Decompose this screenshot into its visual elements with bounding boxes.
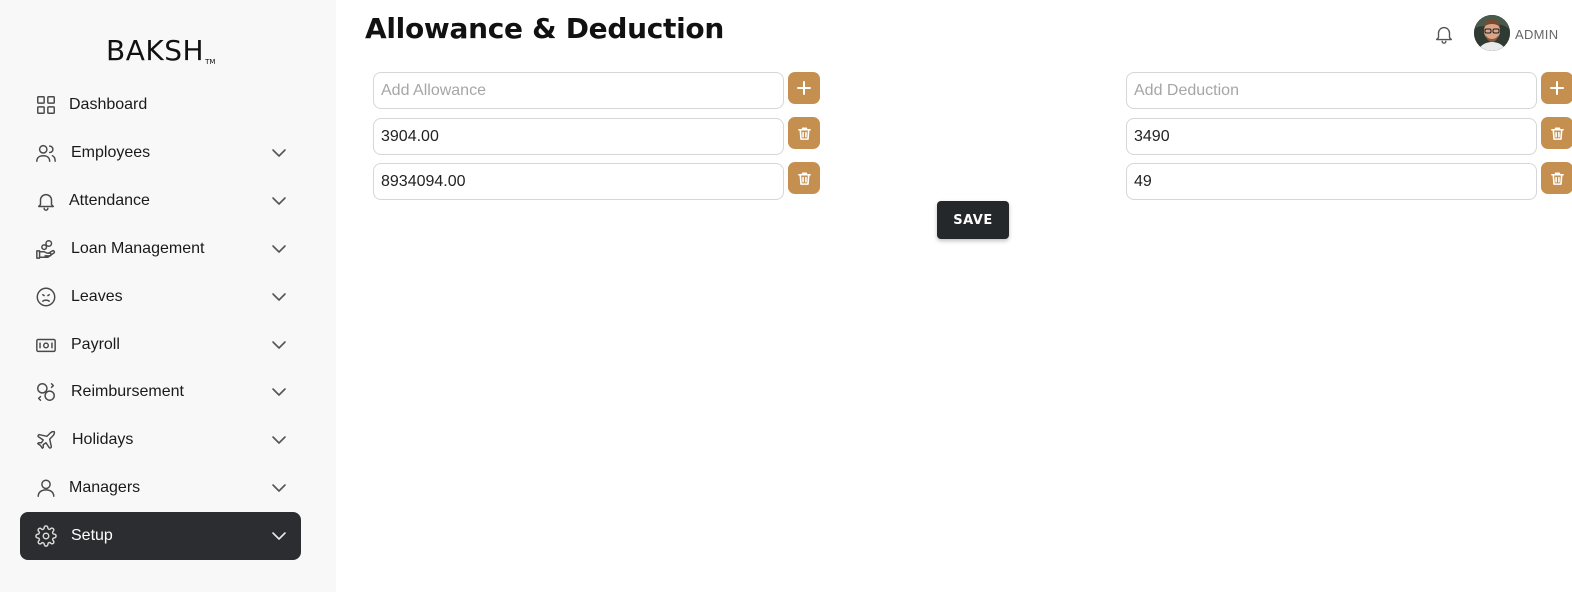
hand-coins-icon bbox=[34, 237, 58, 261]
sidebar-item-dashboard[interactable]: Dashboard bbox=[20, 81, 301, 129]
chevron-down-icon bbox=[271, 290, 287, 304]
plus-icon bbox=[1550, 81, 1564, 95]
sidebar-item-label: Leaves bbox=[71, 288, 123, 305]
sidebar-item-holidays[interactable]: Holidays bbox=[20, 416, 301, 464]
add-allowance-button[interactable] bbox=[788, 72, 820, 104]
trash-icon bbox=[797, 127, 811, 140]
add-deduction-button[interactable] bbox=[1541, 72, 1572, 104]
users-icon bbox=[34, 141, 58, 165]
sidebar-item-label: Reimbursement bbox=[71, 383, 184, 400]
brand-logo[interactable]: BAKSHTM bbox=[106, 34, 215, 67]
deduction-field[interactable] bbox=[1126, 118, 1537, 155]
plus-icon bbox=[797, 81, 811, 95]
add-allowance-input[interactable] bbox=[373, 72, 784, 109]
allowance-field[interactable] bbox=[373, 163, 784, 200]
sidebar: BAKSHTM Dashboard Employees Attendance L… bbox=[0, 0, 336, 592]
save-button[interactable]: SAVE bbox=[937, 201, 1009, 239]
exchange-icon bbox=[34, 380, 58, 404]
user-icon bbox=[34, 476, 58, 500]
sidebar-item-label: Holidays bbox=[72, 431, 134, 448]
chevron-down-icon bbox=[271, 242, 287, 256]
chevron-down-icon bbox=[271, 146, 287, 160]
sidebar-item-label: Setup bbox=[71, 527, 113, 544]
gear-icon bbox=[34, 524, 58, 548]
sad-face-icon bbox=[34, 285, 58, 309]
add-deduction-input[interactable] bbox=[1126, 72, 1537, 109]
chevron-down-icon bbox=[271, 338, 287, 352]
sidebar-item-reimbursement[interactable]: Reimbursement bbox=[20, 368, 301, 416]
sidebar-item-label: Employees bbox=[71, 144, 151, 161]
sidebar-item-label: Dashboard bbox=[69, 96, 148, 113]
sidebar-item-label: Payroll bbox=[71, 336, 120, 353]
sidebar-item-label: Attendance bbox=[69, 192, 150, 209]
delete-deduction-button[interactable] bbox=[1541, 162, 1572, 194]
grid-icon bbox=[34, 93, 58, 117]
trash-icon bbox=[1550, 127, 1564, 140]
chevron-down-icon bbox=[271, 481, 287, 495]
chevron-down-icon bbox=[271, 194, 287, 208]
avatar[interactable] bbox=[1474, 15, 1510, 51]
user-name-label[interactable]: ADMIN bbox=[1515, 27, 1558, 42]
plane-icon bbox=[34, 428, 58, 452]
chevron-down-icon bbox=[271, 385, 287, 399]
chevron-down-icon bbox=[271, 529, 287, 543]
notification-bell-icon[interactable] bbox=[1433, 23, 1455, 45]
sidebar-item-attendance[interactable]: Attendance bbox=[20, 177, 301, 225]
sidebar-item-label: Managers bbox=[69, 479, 141, 496]
sidebar-item-employees[interactable]: Employees bbox=[20, 129, 301, 177]
page-title: Allowance & Deduction bbox=[365, 12, 724, 45]
sidebar-item-leaves[interactable]: Leaves bbox=[20, 273, 301, 321]
sidebar-item-managers[interactable]: Managers bbox=[20, 464, 301, 512]
sidebar-item-setup[interactable]: Setup bbox=[20, 512, 301, 560]
delete-allowance-button[interactable] bbox=[788, 117, 820, 149]
delete-allowance-button[interactable] bbox=[788, 162, 820, 194]
chevron-down-icon bbox=[271, 433, 287, 447]
trash-icon bbox=[797, 172, 811, 185]
deduction-field[interactable] bbox=[1126, 163, 1537, 200]
bell-icon bbox=[34, 189, 58, 213]
delete-deduction-button[interactable] bbox=[1541, 117, 1572, 149]
sidebar-item-payroll[interactable]: Payroll bbox=[20, 321, 301, 369]
allowance-field[interactable] bbox=[373, 118, 784, 155]
sidebar-item-loan-management[interactable]: Loan Management bbox=[20, 225, 301, 273]
trash-icon bbox=[1550, 172, 1564, 185]
sidebar-item-label: Loan Management bbox=[71, 240, 205, 257]
banknote-icon bbox=[34, 333, 58, 357]
